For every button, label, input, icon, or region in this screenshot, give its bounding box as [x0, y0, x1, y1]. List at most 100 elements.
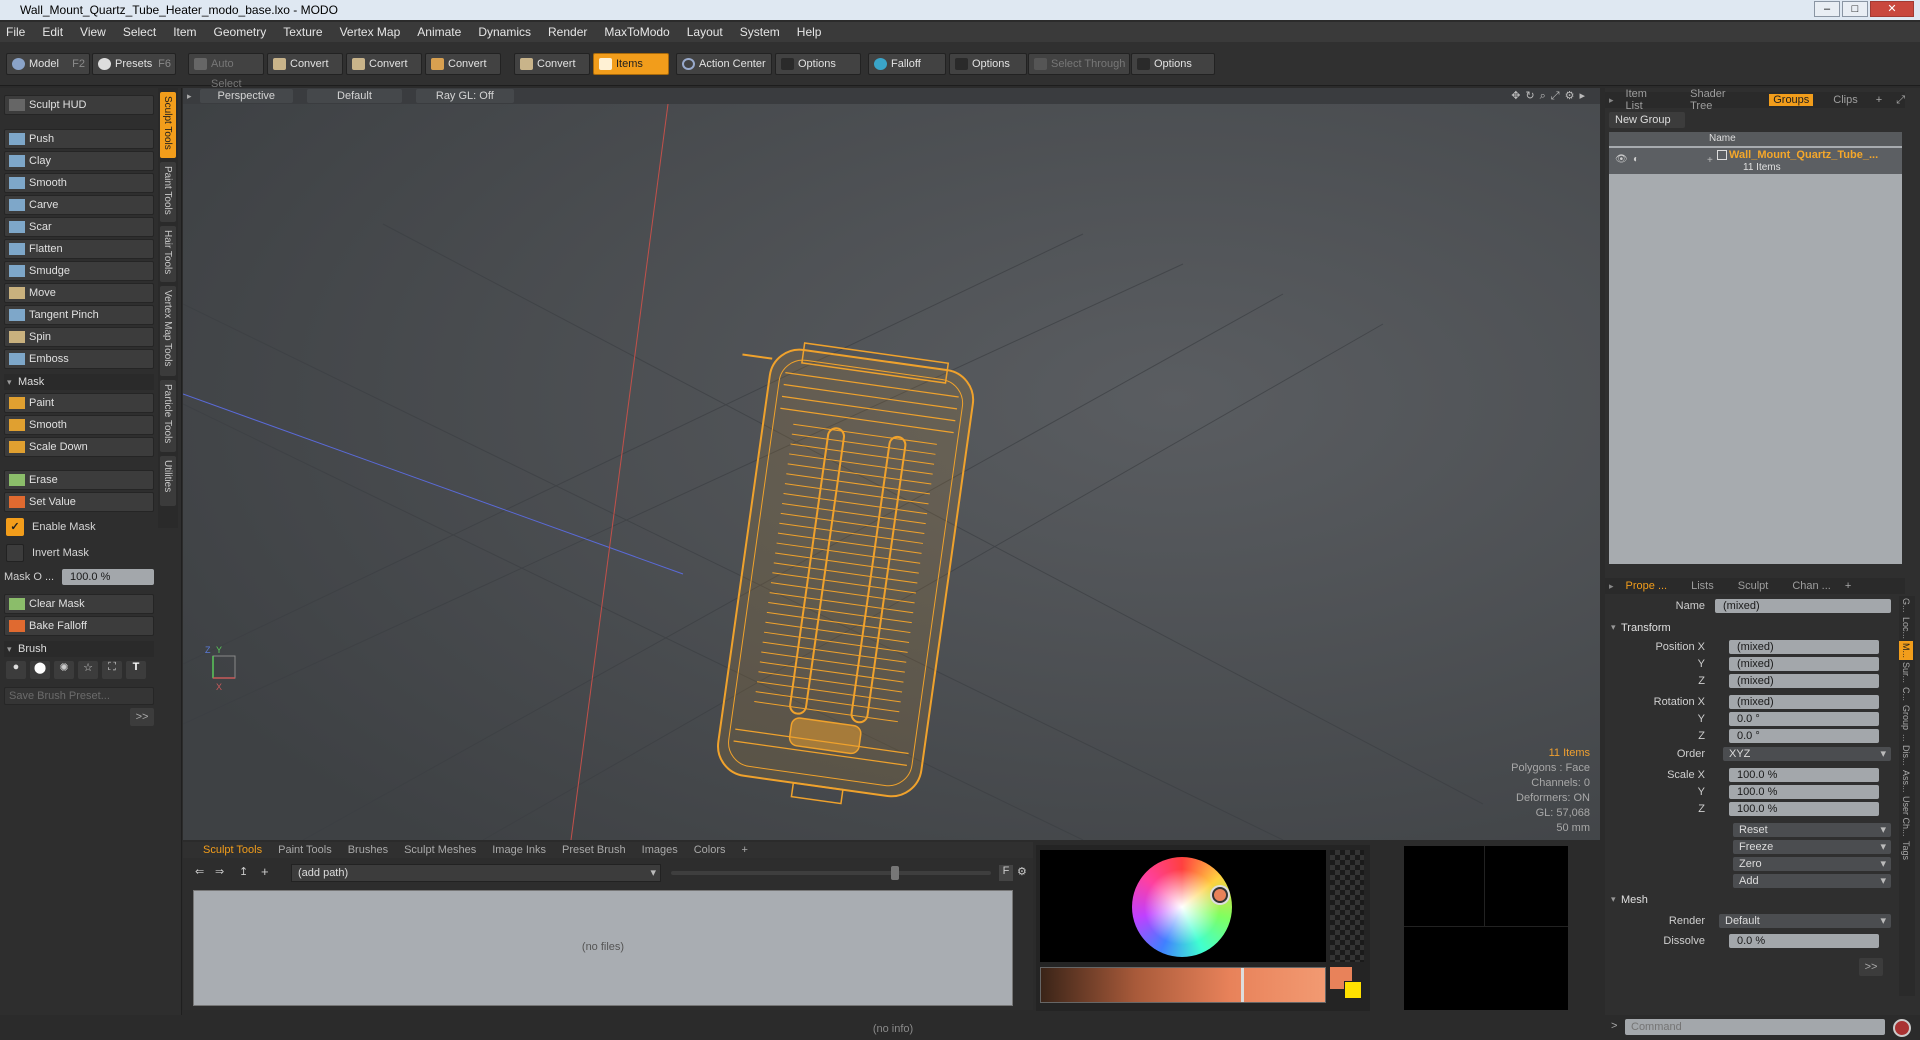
value-gradient-bar[interactable]	[1040, 967, 1326, 1003]
tool-emboss[interactable]: Emboss	[4, 349, 154, 369]
scale-x-field[interactable]: 100.0 %	[1729, 768, 1879, 782]
expand-group-icon[interactable]: +	[1707, 155, 1713, 166]
mesh-section[interactable]: Mesh	[1611, 894, 1648, 906]
tab-paint-tools[interactable]: Paint Tools	[160, 162, 176, 222]
gradient-marker[interactable]	[1241, 968, 1244, 1002]
group-row[interactable]: 👁 ◐ + Wall_Mount_Quartz_Tube_... 11 Item…	[1609, 148, 1902, 174]
command-input[interactable]	[1625, 1019, 1885, 1035]
menu-item[interactable]: Item	[173, 25, 196, 39]
mask-scale-down-button[interactable]: Scale Down	[4, 437, 154, 457]
tab-properties[interactable]: Prope ...	[1622, 580, 1672, 592]
side-tab-5[interactable]: Group	[1899, 703, 1913, 732]
brush-section-header[interactable]: Brush	[4, 641, 154, 657]
add-tab-button[interactable]: +	[742, 844, 748, 856]
tab-shader-tree[interactable]: Shader Tree	[1686, 88, 1753, 112]
record-button[interactable]	[1893, 1019, 1911, 1037]
scale-z-field[interactable]: 100.0 %	[1729, 802, 1879, 816]
enable-mask-checkbox[interactable]: ✓	[6, 518, 24, 536]
tool-smooth[interactable]: Smooth	[4, 173, 154, 193]
preview-pane[interactable]	[1404, 846, 1568, 1010]
rotation-x-field[interactable]: (mixed)	[1729, 695, 1879, 709]
tab-vertex-map-tools[interactable]: Vertex Map Tools	[160, 286, 176, 376]
properties-expand-button[interactable]: >>	[1859, 958, 1883, 976]
side-tab-10[interactable]: Tags	[1899, 839, 1913, 862]
falloff-options-button[interactable]: Options	[949, 53, 1027, 75]
convert-materials-button[interactable]: Convert	[514, 53, 590, 75]
tool-tangent-pinch[interactable]: Tangent Pinch	[4, 305, 154, 325]
tab-image-inks[interactable]: Image Inks	[492, 844, 546, 856]
path-selector[interactable]: (add path) ▾	[291, 864, 661, 882]
select-through-options-button[interactable]: Options	[1131, 53, 1215, 75]
add-tab-icon-2[interactable]: +	[1845, 580, 1851, 592]
view-type-selector[interactable]: Perspective	[199, 89, 294, 103]
star-brush-icon[interactable]: ☆	[78, 661, 98, 679]
secondary-color-swatch[interactable]	[1344, 981, 1362, 999]
side-tab-9[interactable]: User Ch...	[1899, 794, 1913, 839]
3d-viewport[interactable]: ▸ Perspective Default Ray GL: Off ✥↻⌕⤢⚙▸	[183, 88, 1600, 840]
side-tab-2[interactable]: M...	[1899, 640, 1913, 660]
tab-brushes[interactable]: Brushes	[348, 844, 388, 856]
falloff-button[interactable]: Falloff	[868, 53, 946, 75]
back-arrow-icon[interactable]: ⇐	[195, 865, 204, 878]
items-mode-button[interactable]: Items	[593, 53, 669, 75]
tab-preset-brush[interactable]: Preset Brush	[562, 844, 626, 856]
mask-paint-button[interactable]: Paint	[4, 393, 154, 413]
menu-system[interactable]: System	[740, 25, 780, 39]
tab-hair-tools[interactable]: Hair Tools	[160, 226, 176, 282]
close-button[interactable]: ✕	[1870, 1, 1914, 17]
gear-icon[interactable]: ⚙	[1017, 865, 1027, 878]
menu-render[interactable]: Render	[548, 25, 587, 39]
tab-sculpt-tools[interactable]: Sculpt Tools	[160, 92, 176, 158]
menu-layout[interactable]: Layout	[687, 25, 723, 39]
menu-dynamics[interactable]: Dynamics	[478, 25, 531, 39]
thumbnail-size-slider[interactable]	[671, 871, 991, 875]
menu-file[interactable]: File	[6, 25, 25, 39]
menu-maxtomodo[interactable]: MaxToModo	[604, 25, 669, 39]
visibility-eye-icon[interactable]: 👁	[1615, 154, 1628, 165]
shading-selector[interactable]: Default	[307, 89, 402, 103]
tab-groups[interactable]: Groups	[1769, 94, 1814, 106]
viewport-nav-icons[interactable]: ✥↻⌕⤢⚙▸	[1511, 89, 1590, 103]
tool-flatten[interactable]: Flatten	[4, 239, 154, 259]
tab-clips[interactable]: Clips	[1829, 94, 1861, 106]
render-dropdown[interactable]: Default	[1719, 914, 1891, 928]
tab-colors[interactable]: Colors	[694, 844, 726, 856]
side-tab-4[interactable]: C...	[1899, 685, 1913, 703]
viewport-menu-icon[interactable]: ▸	[187, 91, 192, 102]
sculpt-hud-button[interactable]: Sculpt HUD	[4, 95, 154, 115]
add-path-icon[interactable]: +	[261, 864, 269, 879]
scale-y-field[interactable]: 100.0 %	[1729, 785, 1879, 799]
tool-clay[interactable]: Clay	[4, 151, 154, 171]
tool-carve[interactable]: Carve	[4, 195, 154, 215]
menu-view[interactable]: View	[80, 25, 106, 39]
hard-brush-icon[interactable]: ⬤	[30, 661, 50, 679]
side-tab-6[interactable]: ...	[1899, 732, 1913, 744]
slider-handle[interactable]	[891, 866, 899, 880]
expand-icon[interactable]: ⤢	[1896, 94, 1905, 107]
model-button[interactable]: Model F2	[6, 53, 90, 75]
image-brush-icon[interactable]: ⛶	[102, 661, 122, 679]
order-dropdown[interactable]: XYZ	[1723, 747, 1891, 761]
mask-section-header[interactable]: Mask	[4, 374, 154, 390]
side-tab-0[interactable]: G...	[1899, 596, 1913, 615]
menu-select[interactable]: Select	[123, 25, 156, 39]
tab-particle-tools[interactable]: Particle Tools	[160, 380, 176, 452]
transform-section[interactable]: Transform	[1611, 622, 1671, 634]
file-browser-area[interactable]: (no files)	[193, 890, 1013, 1006]
menu-texture[interactable]: Texture	[283, 25, 322, 39]
new-group-button[interactable]: New Group	[1609, 112, 1685, 128]
side-tab-1[interactable]: Loc...	[1899, 615, 1913, 641]
lock-icon[interactable]: ◐	[1633, 154, 1639, 165]
side-tab-3[interactable]: Sur...	[1899, 660, 1913, 685]
text-brush-icon[interactable]: T	[126, 661, 146, 679]
menu-vertex-map[interactable]: Vertex Map	[340, 25, 401, 39]
maximize-button[interactable]: □	[1842, 1, 1868, 17]
dissolve-field[interactable]: 0.0 %	[1729, 934, 1879, 948]
select-through-button[interactable]: Select Through	[1028, 53, 1130, 75]
tab-paint-tools-bottom[interactable]: Paint Tools	[278, 844, 332, 856]
zero-dropdown[interactable]: Zero	[1733, 857, 1891, 871]
convert-vertices-button[interactable]: Convert	[267, 53, 343, 75]
position-y-field[interactable]: (mixed)	[1729, 657, 1879, 671]
color-wheel-area[interactable]	[1040, 850, 1326, 962]
tab-item-list[interactable]: Item List	[1622, 88, 1671, 112]
